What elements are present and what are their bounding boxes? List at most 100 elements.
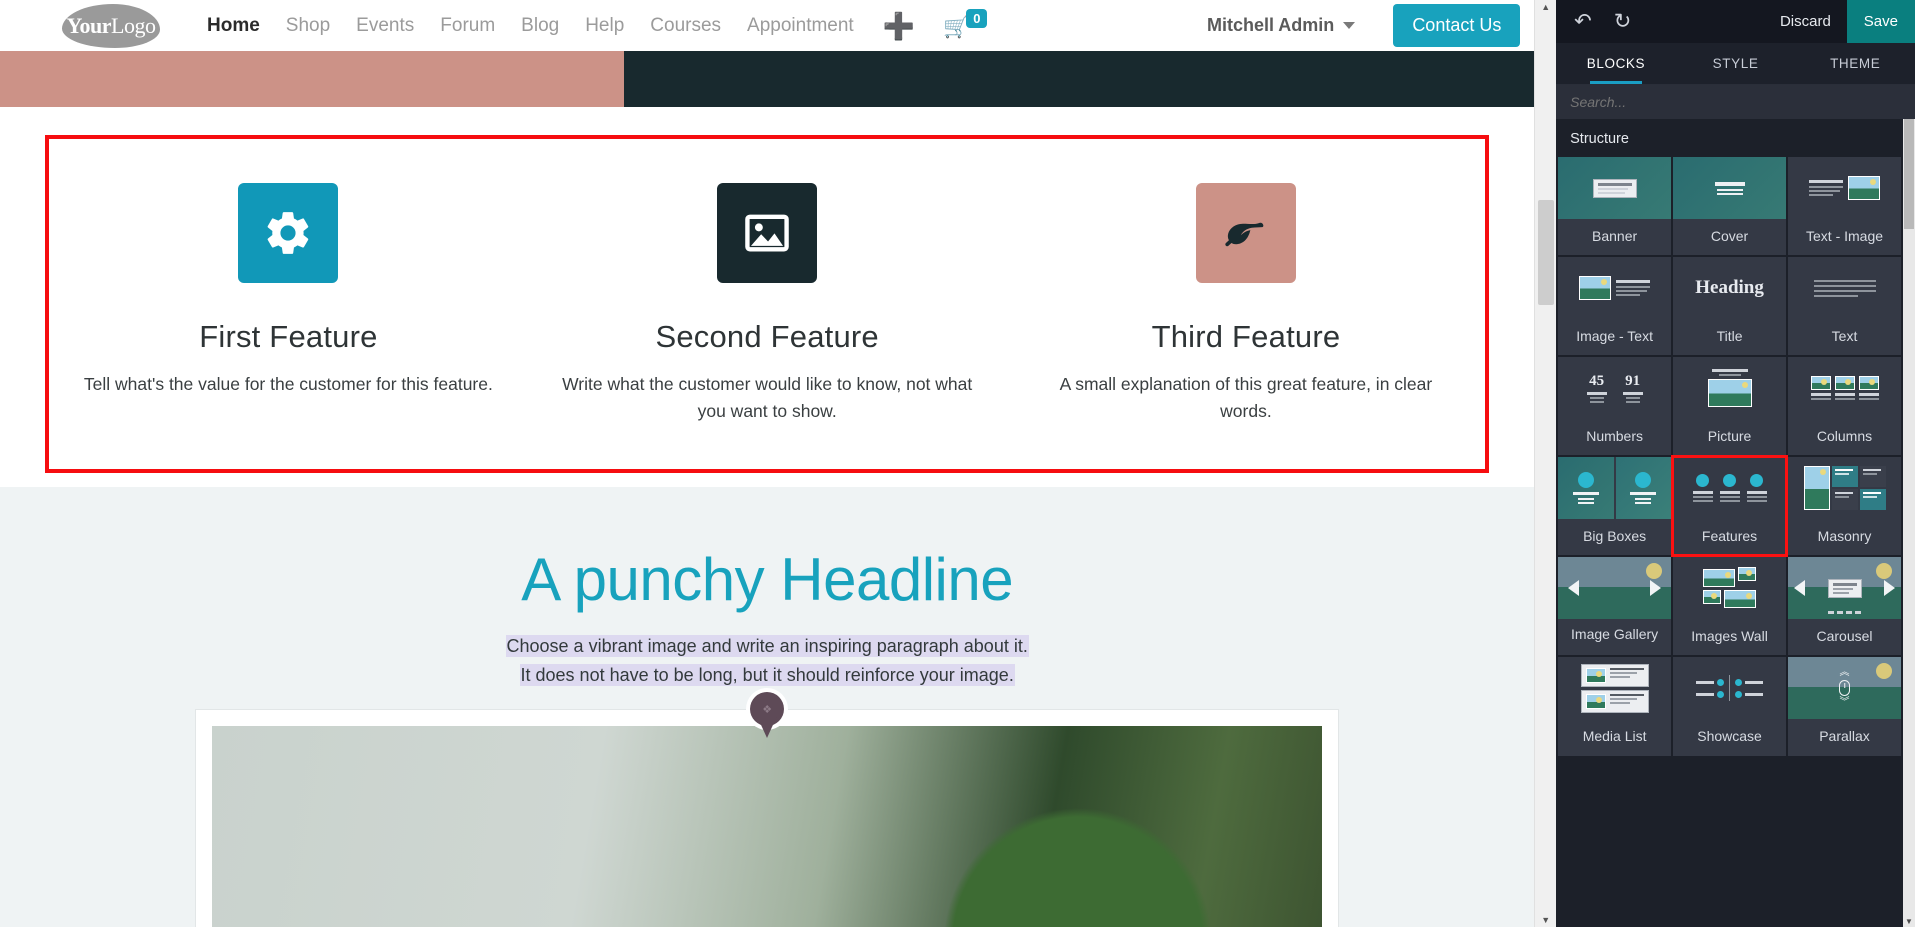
- text-thumb: [1788, 257, 1901, 319]
- site-navbar: Your Logo Home Shop Events Forum Blog Hel…: [0, 0, 1535, 51]
- tab-blocks[interactable]: BLOCKS: [1556, 43, 1676, 84]
- block-showcase[interactable]: Showcase: [1673, 657, 1787, 756]
- block-showcase-label: Showcase: [1697, 728, 1762, 745]
- showcase-thumb: [1673, 657, 1786, 719]
- map-pin-marker[interactable]: ❖: [750, 692, 785, 727]
- parallax-thumb: ︽ ︾: [1788, 657, 1901, 720]
- band-left-rose: [0, 51, 624, 107]
- block-images-wall[interactable]: Images Wall: [1673, 557, 1787, 656]
- screen-root: Your Logo Home Shop Events Forum Blog Hel…: [0, 0, 1915, 927]
- media-list-thumb: [1558, 657, 1671, 719]
- nav-item-home[interactable]: Home: [194, 15, 273, 37]
- columns-thumb: [1788, 357, 1901, 419]
- banner-thumb: [1558, 157, 1672, 219]
- search-row: [1556, 85, 1915, 119]
- block-parallax[interactable]: ︽ ︾ Parallax: [1788, 657, 1901, 756]
- image-text-thumb: [1558, 257, 1671, 319]
- block-text[interactable]: Text: [1788, 257, 1901, 356]
- image-card[interactable]: [195, 709, 1340, 927]
- tab-style[interactable]: STYLE: [1676, 43, 1796, 84]
- nav-item-appointment[interactable]: Appointment: [734, 15, 867, 37]
- scroll-up-arrow-icon[interactable]: ▲: [1535, 2, 1556, 12]
- nav-item-blog[interactable]: Blog: [508, 15, 572, 37]
- block-media-list[interactable]: Media List: [1558, 657, 1672, 756]
- feature-item-2[interactable]: Second Feature Write what the customer w…: [528, 183, 1007, 425]
- block-image-text[interactable]: Image - Text: [1558, 257, 1672, 356]
- undo-arrow-icon[interactable]: ↶: [1574, 11, 1592, 32]
- search-input[interactable]: [1570, 94, 1915, 110]
- features-block-selected[interactable]: First Feature Tell what's the value for …: [45, 135, 1490, 474]
- block-title-label: Title: [1716, 328, 1743, 345]
- image-gallery-thumb: [1558, 557, 1672, 620]
- headline-block: A punchy Headline Choose a vibrant image…: [0, 487, 1535, 927]
- blocks-scroll-region: Structure Banner Cover Text - Image Imag…: [1556, 119, 1903, 927]
- block-picture[interactable]: Picture: [1673, 357, 1787, 456]
- block-banner-label: Banner: [1592, 228, 1638, 244]
- block-text-image[interactable]: Text - Image: [1788, 157, 1901, 256]
- numbers-thumb-value-1: 45: [1589, 372, 1605, 389]
- nav-item-forum[interactable]: Forum: [427, 15, 508, 37]
- numbers-thumb: 45 91: [1558, 357, 1671, 419]
- block-banner[interactable]: Banner: [1558, 157, 1672, 256]
- nav-item-help[interactable]: Help: [572, 15, 637, 37]
- nav-links: Home Shop Events Forum Blog Help Courses…: [194, 15, 867, 37]
- color-band: [0, 51, 1535, 107]
- nav-item-events[interactable]: Events: [343, 15, 427, 37]
- block-title[interactable]: Heading Title: [1673, 257, 1787, 356]
- block-numbers-label: Numbers: [1586, 428, 1643, 445]
- gallery-next-arrow-icon: [1650, 580, 1662, 597]
- redo-arrow-icon[interactable]: ↻: [1614, 11, 1632, 32]
- block-masonry[interactable]: Masonry: [1788, 457, 1901, 556]
- features-block-wrapper: First Feature Tell what's the value for …: [0, 135, 1534, 474]
- sun-icon-parallax: [1876, 663, 1892, 680]
- user-name: Mitchell Admin: [1206, 15, 1335, 35]
- logo-text: Your Logo: [62, 4, 160, 48]
- nav-item-courses[interactable]: Courses: [637, 15, 734, 37]
- site-logo[interactable]: Your Logo: [62, 3, 160, 48]
- tab-theme[interactable]: THEME: [1795, 43, 1915, 84]
- discard-button[interactable]: Discard: [1764, 13, 1847, 30]
- page-scrollbar[interactable]: ▲ ▼: [1534, 0, 1557, 927]
- sun-icon-carousel: [1876, 563, 1892, 580]
- chevron-down-icon: [1343, 22, 1356, 29]
- carousel-prev-arrow-icon: [1794, 580, 1806, 597]
- nav-item-shop[interactable]: Shop: [273, 15, 343, 37]
- title-thumb: Heading: [1673, 257, 1786, 319]
- feature-3-title: Third Feature: [1151, 319, 1341, 354]
- feature-1-title: First Feature: [199, 319, 378, 354]
- user-menu[interactable]: Mitchell Admin: [1206, 15, 1356, 36]
- block-columns[interactable]: Columns: [1788, 357, 1901, 456]
- text-image-thumb: [1788, 157, 1901, 219]
- cart-button[interactable]: 🛒 0: [933, 9, 997, 38]
- images-wall-thumb: [1673, 557, 1786, 619]
- page-headline[interactable]: A punchy Headline: [0, 545, 1534, 614]
- headline-subtext[interactable]: Choose a vibrant image and write an insp…: [0, 632, 1534, 690]
- numbers-thumb-value-2: 91: [1625, 372, 1641, 389]
- feature-1-description: Tell what's the value for the customer f…: [83, 374, 493, 394]
- sun-icon: [1646, 563, 1663, 580]
- block-carousel[interactable]: Carousel: [1788, 557, 1901, 656]
- block-features[interactable]: Features: [1671, 455, 1789, 558]
- logo-text-bold: Your: [66, 12, 112, 38]
- contact-us-button[interactable]: Contact Us: [1393, 4, 1521, 47]
- feature-2-icon-box: [717, 183, 818, 283]
- block-cover[interactable]: Cover: [1673, 157, 1787, 256]
- block-numbers[interactable]: 45 91 Numbers: [1558, 357, 1672, 456]
- block-image-gallery[interactable]: Image Gallery: [1558, 557, 1672, 656]
- page-scrollbar-thumb[interactable]: [1538, 200, 1555, 305]
- cover-thumb: [1673, 157, 1787, 219]
- panel-scroll-down-arrow-icon[interactable]: ▼: [1903, 917, 1915, 926]
- panel-scrollbar[interactable]: ▲ ▼: [1903, 119, 1915, 927]
- carousel-next-arrow-icon: [1884, 580, 1895, 597]
- picture-thumb: [1673, 357, 1786, 419]
- leaf-icon: [1225, 222, 1264, 247]
- cart-count-badge: 0: [966, 9, 988, 28]
- panel-scrollbar-thumb[interactable]: [1904, 119, 1914, 229]
- plus-icon[interactable]: ➕: [867, 13, 933, 39]
- block-big-boxes[interactable]: Big Boxes: [1558, 457, 1672, 556]
- feature-item-3[interactable]: Third Feature A small explanation of thi…: [1007, 183, 1486, 425]
- parallax-down-chevron-icon: ︾: [1839, 697, 1850, 709]
- save-button[interactable]: Save: [1846, 0, 1915, 43]
- feature-item-1[interactable]: First Feature Tell what's the value for …: [49, 183, 528, 425]
- scroll-down-arrow-icon[interactable]: ▼: [1535, 915, 1556, 925]
